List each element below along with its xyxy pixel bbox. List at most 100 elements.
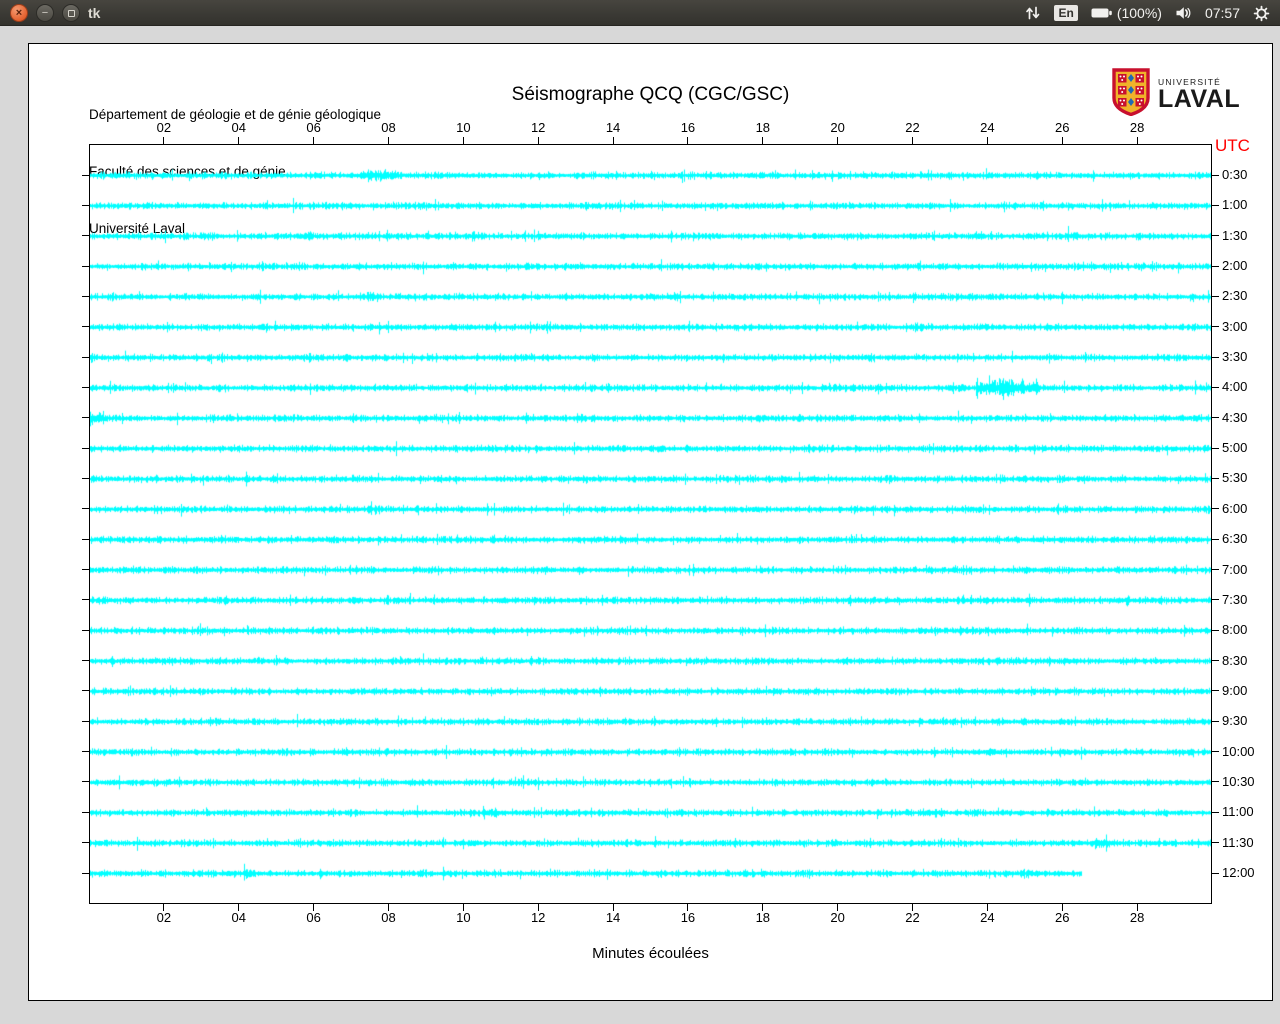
- maximize-icon: [67, 9, 75, 17]
- x-tick-label-bottom: 12: [530, 910, 546, 925]
- utc-time-label: 3:30: [1222, 349, 1248, 365]
- network-arrows-icon[interactable]: [1025, 5, 1041, 21]
- x-tick-label-top: 18: [755, 120, 771, 135]
- x-tick-label-bottom: 04: [231, 910, 246, 925]
- x-tick-label-bottom: 08: [381, 910, 396, 925]
- x-tick-label-top: 20: [830, 120, 845, 135]
- y-tick-left: [82, 751, 89, 753]
- y-tick-right: [1212, 720, 1219, 722]
- x-tick-label-bottom: 22: [905, 910, 920, 925]
- battery-icon[interactable]: [1091, 5, 1113, 21]
- x-tick-top: [387, 137, 389, 144]
- y-tick-left: [82, 629, 89, 631]
- y-tick-right: [1212, 690, 1219, 692]
- keyboard-layout-indicator[interactable]: En: [1054, 5, 1078, 21]
- y-tick-right: [1212, 295, 1219, 297]
- x-tick-top: [687, 137, 689, 144]
- utc-time-label: 11:00: [1222, 804, 1254, 820]
- y-tick-right: [1212, 174, 1219, 176]
- y-tick-right: [1212, 326, 1219, 328]
- utc-time-label: 3:00: [1222, 318, 1248, 334]
- y-tick-left: [82, 508, 89, 510]
- x-tick-label-top: 14: [605, 120, 621, 135]
- y-tick-left: [82, 386, 89, 388]
- maximize-button[interactable]: [62, 4, 80, 22]
- x-tick-top: [762, 137, 764, 144]
- volume-icon[interactable]: [1175, 5, 1192, 21]
- y-tick-left: [82, 842, 89, 844]
- y-tick-left: [82, 690, 89, 692]
- x-tick-label-bottom: 10: [456, 910, 471, 925]
- x-tick-top: [837, 137, 839, 144]
- y-tick-left: [82, 417, 89, 419]
- y-tick-left: [82, 811, 89, 813]
- x-tick-label-top: 06: [306, 120, 321, 135]
- y-tick-right: [1212, 417, 1219, 419]
- x-tick-top: [313, 137, 315, 144]
- top-panel: × − tk En (100%) 07:57: [0, 0, 1280, 26]
- x-tick-label-top: 22: [905, 120, 920, 135]
- y-tick-right: [1212, 751, 1219, 753]
- x-tick-label-bottom: 18: [755, 910, 771, 925]
- y-tick-left: [82, 295, 89, 297]
- x-tick-label-bottom: 20: [830, 910, 845, 925]
- utc-time-label: 10:30: [1222, 773, 1255, 789]
- x-tick-top: [238, 137, 240, 144]
- utc-time-label: 7:00: [1222, 561, 1248, 577]
- x-tick-label-top: 26: [1055, 120, 1070, 135]
- y-tick-left: [82, 660, 89, 662]
- x-tick-top: [1136, 137, 1138, 144]
- utc-time-label: 0:30: [1222, 167, 1248, 182]
- y-tick-right: [1212, 508, 1219, 510]
- minimize-button[interactable]: −: [36, 4, 54, 22]
- utc-time-label: 1:30: [1222, 227, 1248, 243]
- y-tick-right: [1212, 842, 1219, 844]
- utc-time-label: 10:00: [1222, 743, 1255, 759]
- x-tick-top: [612, 137, 614, 144]
- utc-time-label: 12:00: [1222, 865, 1255, 880]
- minimize-icon: −: [41, 6, 49, 19]
- x-tick-label-top: 08: [381, 120, 396, 135]
- utc-time-label: 6:30: [1222, 531, 1248, 547]
- utc-time-label: 4:00: [1222, 379, 1248, 395]
- seismogram-traces: [90, 145, 1211, 903]
- close-button[interactable]: ×: [10, 4, 28, 22]
- y-tick-left: [82, 204, 89, 206]
- system-tray: En (100%) 07:57: [1025, 0, 1270, 26]
- y-tick-right: [1212, 538, 1219, 540]
- y-tick-right: [1212, 204, 1219, 206]
- x-tick-label-bottom: 06: [306, 910, 321, 925]
- battery-percentage: (100%): [1116, 5, 1162, 21]
- y-tick-right: [1212, 569, 1219, 571]
- y-tick-right: [1212, 447, 1219, 449]
- utc-time-label: 2:00: [1222, 258, 1248, 274]
- x-tick-label-top: 02: [156, 120, 172, 135]
- utc-time-label: 11:30: [1222, 834, 1254, 850]
- utc-time-label: 2:30: [1222, 288, 1248, 304]
- close-icon: ×: [15, 6, 23, 19]
- utc-time-label: 1:00: [1222, 197, 1248, 213]
- x-tick-label-top: 24: [980, 120, 995, 135]
- x-tick-label-top: 10: [456, 120, 471, 135]
- logo-text-laval: LAVAL: [1158, 85, 1241, 113]
- y-tick-left: [82, 174, 89, 176]
- y-tick-left: [82, 235, 89, 237]
- x-axis-title: Minutes écoulées: [592, 945, 709, 962]
- clock[interactable]: 07:57: [1205, 5, 1240, 21]
- x-tick-label-top: 04: [231, 120, 246, 135]
- x-tick-label-bottom: 02: [156, 910, 172, 925]
- x-tick-label-bottom: 24: [980, 910, 995, 925]
- y-tick-left: [82, 326, 89, 328]
- universite-laval-logo: UNIVERSITÉ LAVAL: [1111, 67, 1243, 121]
- utc-time-label: 9:30: [1222, 713, 1248, 729]
- utc-time-label: 8:30: [1222, 652, 1248, 668]
- utc-axis-header: UTC: [1215, 136, 1250, 155]
- y-tick-right: [1212, 265, 1219, 267]
- y-tick-left: [82, 447, 89, 449]
- y-tick-left: [82, 720, 89, 722]
- y-tick-left: [82, 781, 89, 783]
- x-tick-label-top: 12: [530, 120, 546, 135]
- y-tick-left: [82, 872, 89, 874]
- laval-crest-icon: [1111, 67, 1151, 121]
- session-gear-icon[interactable]: [1253, 5, 1270, 22]
